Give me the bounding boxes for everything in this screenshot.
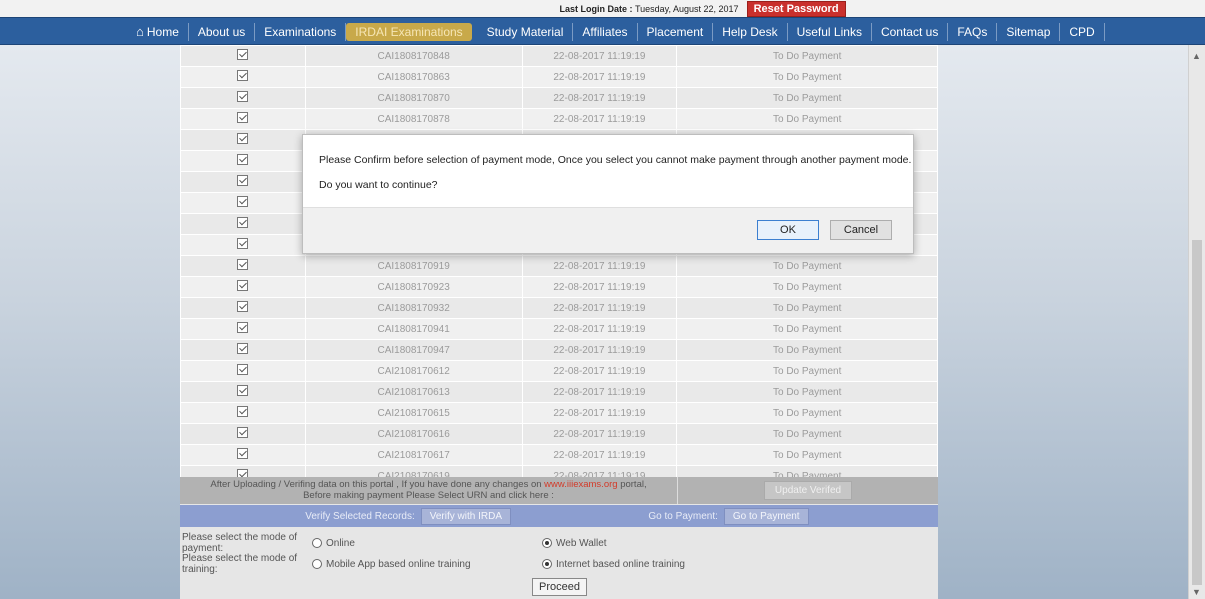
ok-button[interactable]: OK [757, 220, 819, 240]
nav-item-label: CPD [1069, 25, 1095, 39]
dialog-footer: OK Cancel [303, 207, 913, 253]
confirm-dialog: Please Confirm before selection of payme… [302, 134, 914, 254]
nav-item-useful-links[interactable]: Useful Links [788, 23, 872, 41]
nav-item-label: Examinations [264, 25, 337, 39]
dialog-question: Do you want to continue? [319, 179, 438, 191]
nav-item-placement[interactable]: Placement [638, 23, 714, 41]
last-login-text: Last Login Date : Tuesday, August 22, 20… [559, 4, 738, 14]
reset-password-button[interactable]: Reset Password [746, 0, 846, 17]
nav-item-label: Placement [646, 25, 704, 39]
nav-item-affiliates[interactable]: Affiliates [573, 23, 638, 41]
nav-item-irdai-examinations[interactable]: IRDAI Examinations [346, 23, 472, 41]
nav-item-label: Sitemap [1006, 25, 1051, 39]
nav-items: ⌂ Home About us Examinations IRDAI Examinati… [127, 18, 1105, 46]
last-login-date: Tuesday, August 22, 2017 [634, 3, 739, 14]
nav-item-examinations[interactable]: Examinations [255, 23, 347, 41]
nav-item-label: FAQs [957, 25, 988, 39]
nav-item-label: IRDAI Examinations [355, 25, 463, 39]
nav-item-study-material[interactable]: Study Material [478, 23, 574, 41]
nav-item-sitemap[interactable]: Sitemap [997, 23, 1061, 41]
nav-item-contact-us[interactable]: Contact us [872, 23, 949, 41]
top-info-bar: Last Login Date : Tuesday, August 22, 20… [0, 0, 1205, 17]
nav-item-label: Help Desk [722, 25, 778, 39]
nav-item-cpd[interactable]: CPD [1060, 23, 1105, 41]
nav-item-label: Study Material [486, 25, 564, 39]
nav-item-label: Contact us [880, 25, 939, 39]
last-login-label: Last Login Date : [559, 3, 633, 14]
nav-item-home[interactable]: ⌂ Home [127, 23, 189, 41]
modal-overlay [0, 45, 1205, 599]
nav-item-help-desk[interactable]: Help Desk [713, 23, 788, 41]
dialog-message: Please Confirm before selection of payme… [319, 154, 912, 166]
nav-item-label: Home [146, 25, 179, 39]
nav-item-about-us[interactable]: About us [189, 23, 256, 41]
dialog-body: Please Confirm before selection of payme… [303, 135, 913, 207]
nav-item-faqs[interactable]: FAQs [948, 23, 998, 41]
nav-item-label: Useful Links [796, 25, 862, 39]
main-navbar: ⌂ Home About us Examinations IRDAI Examinati… [0, 17, 1205, 45]
nav-item-label: Affiliates [582, 25, 628, 39]
home-icon: ⌂ [136, 24, 144, 39]
nav-item-label: About us [197, 25, 246, 39]
cancel-button[interactable]: Cancel [830, 220, 892, 240]
